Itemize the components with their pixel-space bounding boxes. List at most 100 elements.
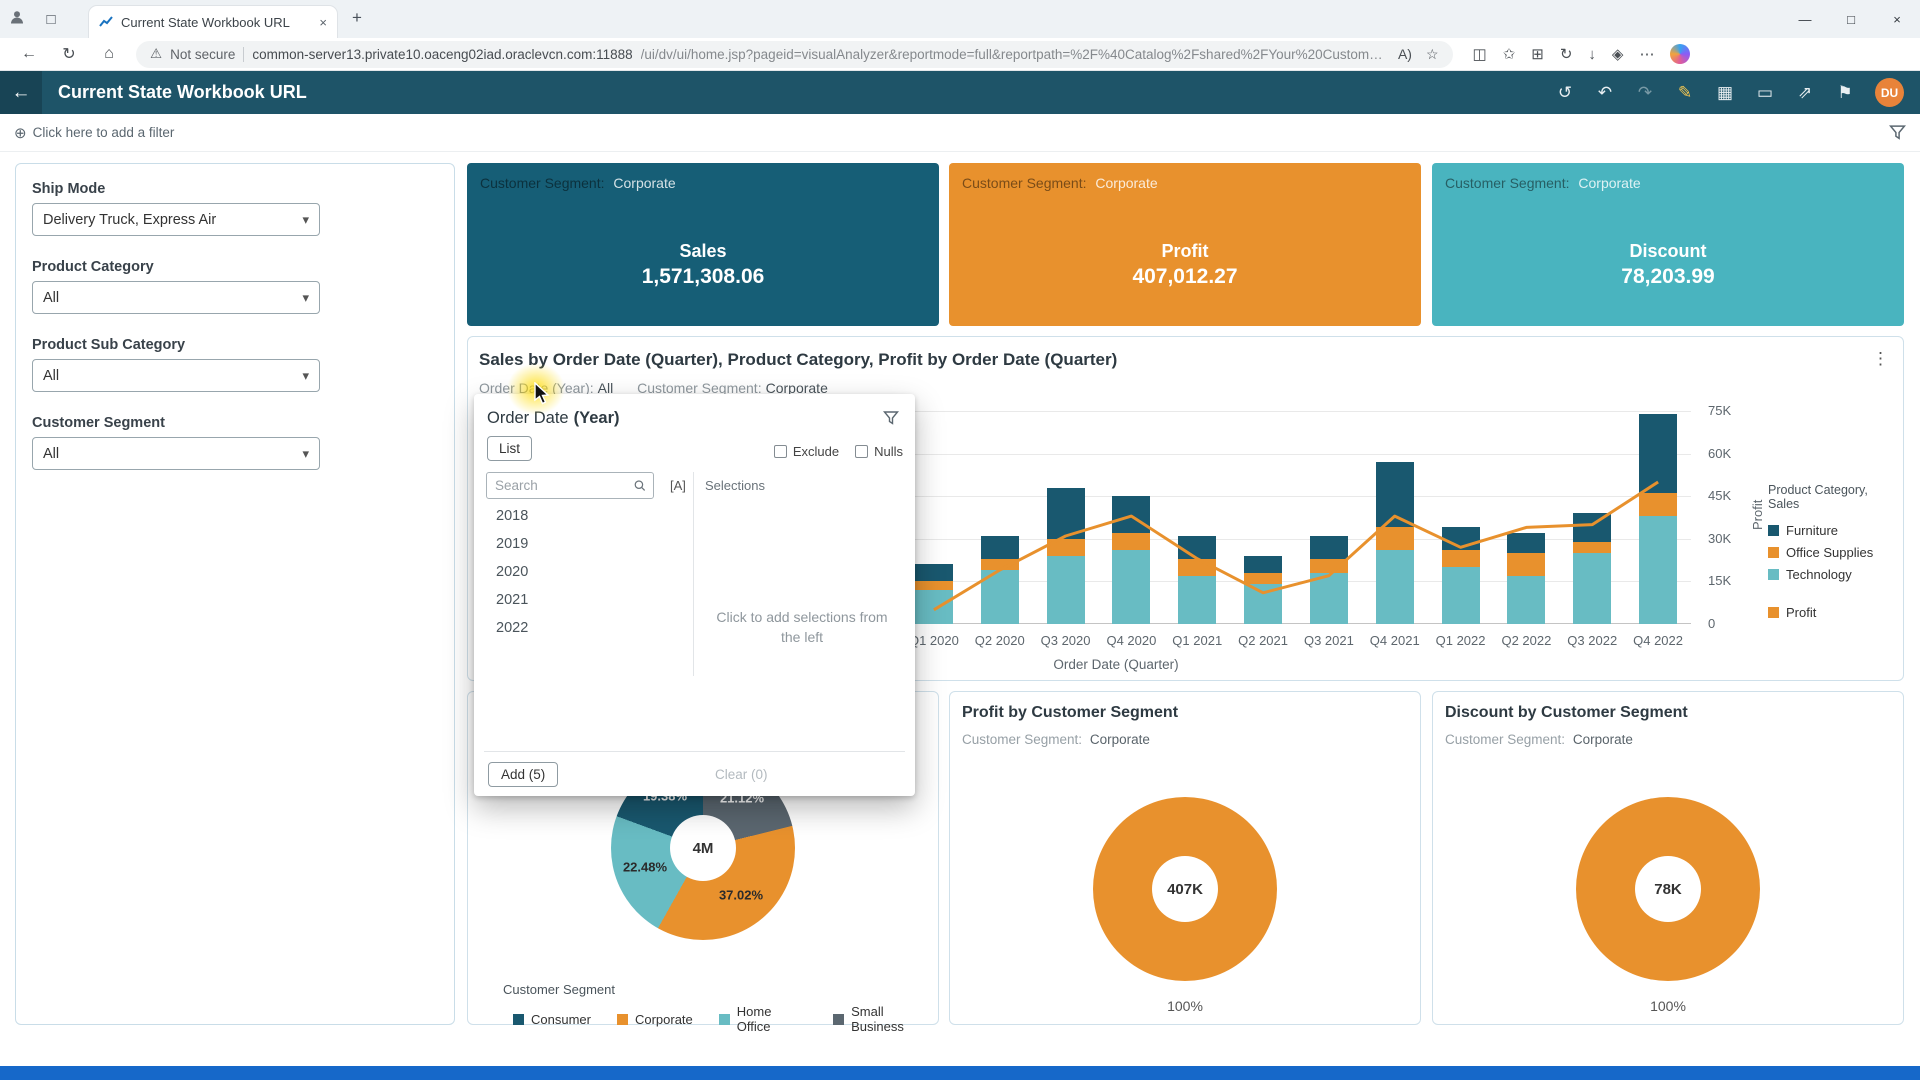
read-aloud-icon[interactable]: A) xyxy=(1398,46,1412,63)
legend-swatch xyxy=(833,1014,844,1025)
comment-icon[interactable]: ▭ xyxy=(1745,83,1785,103)
kebab-menu-icon[interactable]: ⋮ xyxy=(1872,349,1889,369)
combo-plot xyxy=(901,411,1691,624)
legend-item-home-office[interactable]: Home Office xyxy=(719,1004,807,1034)
legend-item-office-supplies[interactable]: Office Supplies xyxy=(1768,545,1902,560)
slice-percent-corporate: 100% xyxy=(950,998,1420,1014)
bookmark-icon[interactable]: ⚑ xyxy=(1825,83,1865,103)
clear-button[interactable]: Clear (0) xyxy=(706,762,777,787)
match-case-icon[interactable]: [A] xyxy=(670,478,686,493)
kpi-tile-sales[interactable]: Customer Segment: Corporate Sales 1,571,… xyxy=(467,163,939,326)
y-axis-tick-label: 0 xyxy=(1708,616,1715,631)
legend-item-profit[interactable]: Profit xyxy=(1768,605,1902,620)
kpi-tile-profit[interactable]: Customer Segment: Corporate Profit 407,0… xyxy=(949,163,1421,326)
app-back-button[interactable]: ← xyxy=(0,71,42,114)
slice-percent-corporate: 100% xyxy=(1433,998,1903,1014)
list-item-year[interactable]: 2018 xyxy=(486,502,682,530)
add-filter-button[interactable]: ⊕ Click here to add a filter xyxy=(14,124,174,142)
refresh-icon[interactable]: ↻ xyxy=(52,44,86,64)
url-host: common-server13.private10.oaceng02iad.or… xyxy=(252,47,632,62)
legend-item-corporate[interactable]: Corporate xyxy=(617,1004,693,1034)
address-bar[interactable]: ⚠ Not secure common-server13.private10.o… xyxy=(136,41,1453,68)
nulls-checkbox[interactable]: Nulls xyxy=(855,444,903,459)
popup-funnel-icon[interactable] xyxy=(883,410,899,431)
minimize-icon[interactable]: — xyxy=(1782,0,1828,38)
product-sub-category-dropdown[interactable]: All ▾ xyxy=(32,359,320,392)
profit-line[interactable] xyxy=(901,411,1691,624)
product-category-dropdown[interactable]: All ▾ xyxy=(32,281,320,314)
legend-item-furniture[interactable]: Furniture xyxy=(1768,523,1902,538)
popup-search[interactable] xyxy=(486,472,654,499)
search-icon xyxy=(634,479,645,492)
undo-icon[interactable]: ↶ xyxy=(1585,83,1625,103)
legend-label: Home Office xyxy=(737,1004,807,1034)
context-value: Corporate xyxy=(1095,175,1157,191)
x-axis-tick-label: Q3 2020 xyxy=(1033,633,1099,648)
home-icon[interactable]: ⌂ xyxy=(92,45,126,63)
legend-swatch xyxy=(719,1014,730,1025)
x-axis-tick-label: Q4 2020 xyxy=(1099,633,1165,648)
browser-essentials-icon[interactable]: ◈ xyxy=(1612,45,1624,63)
back-icon[interactable]: ← xyxy=(12,45,46,63)
legend-swatch xyxy=(1768,525,1779,536)
legend-item-small-business[interactable]: Small Business xyxy=(833,1004,938,1034)
x-axis-tick-label: Q2 2022 xyxy=(1494,633,1560,648)
list-item-year[interactable]: 2021 xyxy=(486,586,682,614)
canvas-icon[interactable]: ▦ xyxy=(1705,83,1745,103)
discount-by-segment-card: Discount by Customer Segment Customer Se… xyxy=(1432,691,1904,1025)
downloads-icon[interactable]: ↓ xyxy=(1588,46,1596,63)
filters-panel: Ship Mode Delivery Truck, Express Air ▾ … xyxy=(15,163,455,1025)
new-tab-button[interactable]: + xyxy=(352,8,362,28)
list-item-year[interactable]: 2022 xyxy=(486,614,682,642)
filter-funnel-icon[interactable] xyxy=(1889,124,1906,141)
security-label[interactable]: Not secure xyxy=(170,47,235,62)
edit-icon[interactable]: ✎ xyxy=(1665,83,1705,103)
slice-percent-home-office: 22.48% xyxy=(623,860,667,875)
nulls-label: Nulls xyxy=(874,444,903,459)
x-axis-tick-label: Q4 2022 xyxy=(1625,633,1691,648)
present-icon[interactable]: ⇗ xyxy=(1785,83,1825,103)
list-item-year[interactable]: 2019 xyxy=(486,530,682,558)
combo-y-labels: 015K30K45K60K75K xyxy=(1708,411,1754,624)
exclude-checkbox[interactable]: Exclude xyxy=(774,444,839,459)
customer-segment-dropdown[interactable]: All ▾ xyxy=(32,437,320,470)
list-mode-button[interactable]: List xyxy=(487,436,532,461)
add-button[interactable]: Add (5) xyxy=(488,762,558,787)
filter-group-customer-segment: Customer Segment All ▾ xyxy=(32,415,438,470)
collections-icon[interactable]: ⊞ xyxy=(1531,45,1544,63)
list-item-year[interactable]: 2020 xyxy=(486,558,682,586)
tab-actions-icon[interactable]: □ xyxy=(34,11,68,28)
more-menu-icon[interactable]: ⋯ xyxy=(1639,45,1654,63)
dropdown-value: All xyxy=(43,368,59,384)
discount-by-segment-donut[interactable]: 78K xyxy=(1576,797,1760,981)
redo-icon[interactable]: ↷ xyxy=(1625,83,1665,103)
close-icon[interactable]: × xyxy=(1874,0,1920,38)
maximize-icon[interactable]: □ xyxy=(1828,0,1874,38)
kpi-tile-discount[interactable]: Customer Segment: Corporate Discount 78,… xyxy=(1432,163,1904,326)
legend-item-consumer[interactable]: Consumer xyxy=(513,1004,591,1034)
profit-by-segment-donut[interactable]: 407K xyxy=(1093,797,1277,981)
user-avatar[interactable]: DU xyxy=(1875,78,1904,107)
history-icon[interactable]: ↻ xyxy=(1560,45,1573,63)
ship-mode-dropdown[interactable]: Delivery Truck, Express Air ▾ xyxy=(32,203,320,236)
legend-item-technology[interactable]: Technology xyxy=(1768,567,1902,582)
filter-group-ship-mode: Ship Mode Delivery Truck, Express Air ▾ xyxy=(32,181,438,236)
copilot-icon[interactable] xyxy=(1670,44,1690,64)
refresh-data-icon[interactable]: ↺ xyxy=(1545,83,1585,103)
favorite-star-icon[interactable]: ☆ xyxy=(1426,46,1439,63)
profile-icon[interactable] xyxy=(0,9,34,29)
chart-title: Profit by Customer Segment xyxy=(962,704,1178,722)
workbook-title: Current State Workbook URL xyxy=(58,82,307,103)
legend-gap xyxy=(1768,589,1902,605)
donut-center-label: 78K xyxy=(1635,856,1701,922)
split-screen-icon[interactable]: ◫ xyxy=(1473,45,1487,63)
browser-tab[interactable]: Current State Workbook URL × xyxy=(88,5,338,38)
y-axis-tick-label: 45K xyxy=(1708,488,1731,503)
search-input[interactable] xyxy=(495,478,628,493)
chevron-down-icon: ▾ xyxy=(302,290,309,306)
year-values-list: 2018 2019 2020 2021 2022 xyxy=(486,502,682,642)
favorites-bar-icon[interactable]: ✩ xyxy=(1503,45,1516,63)
taskbar-strip[interactable] xyxy=(0,1066,1920,1080)
y-axis-tick-label: 30K xyxy=(1708,531,1731,546)
tab-close-icon[interactable]: × xyxy=(319,15,327,30)
